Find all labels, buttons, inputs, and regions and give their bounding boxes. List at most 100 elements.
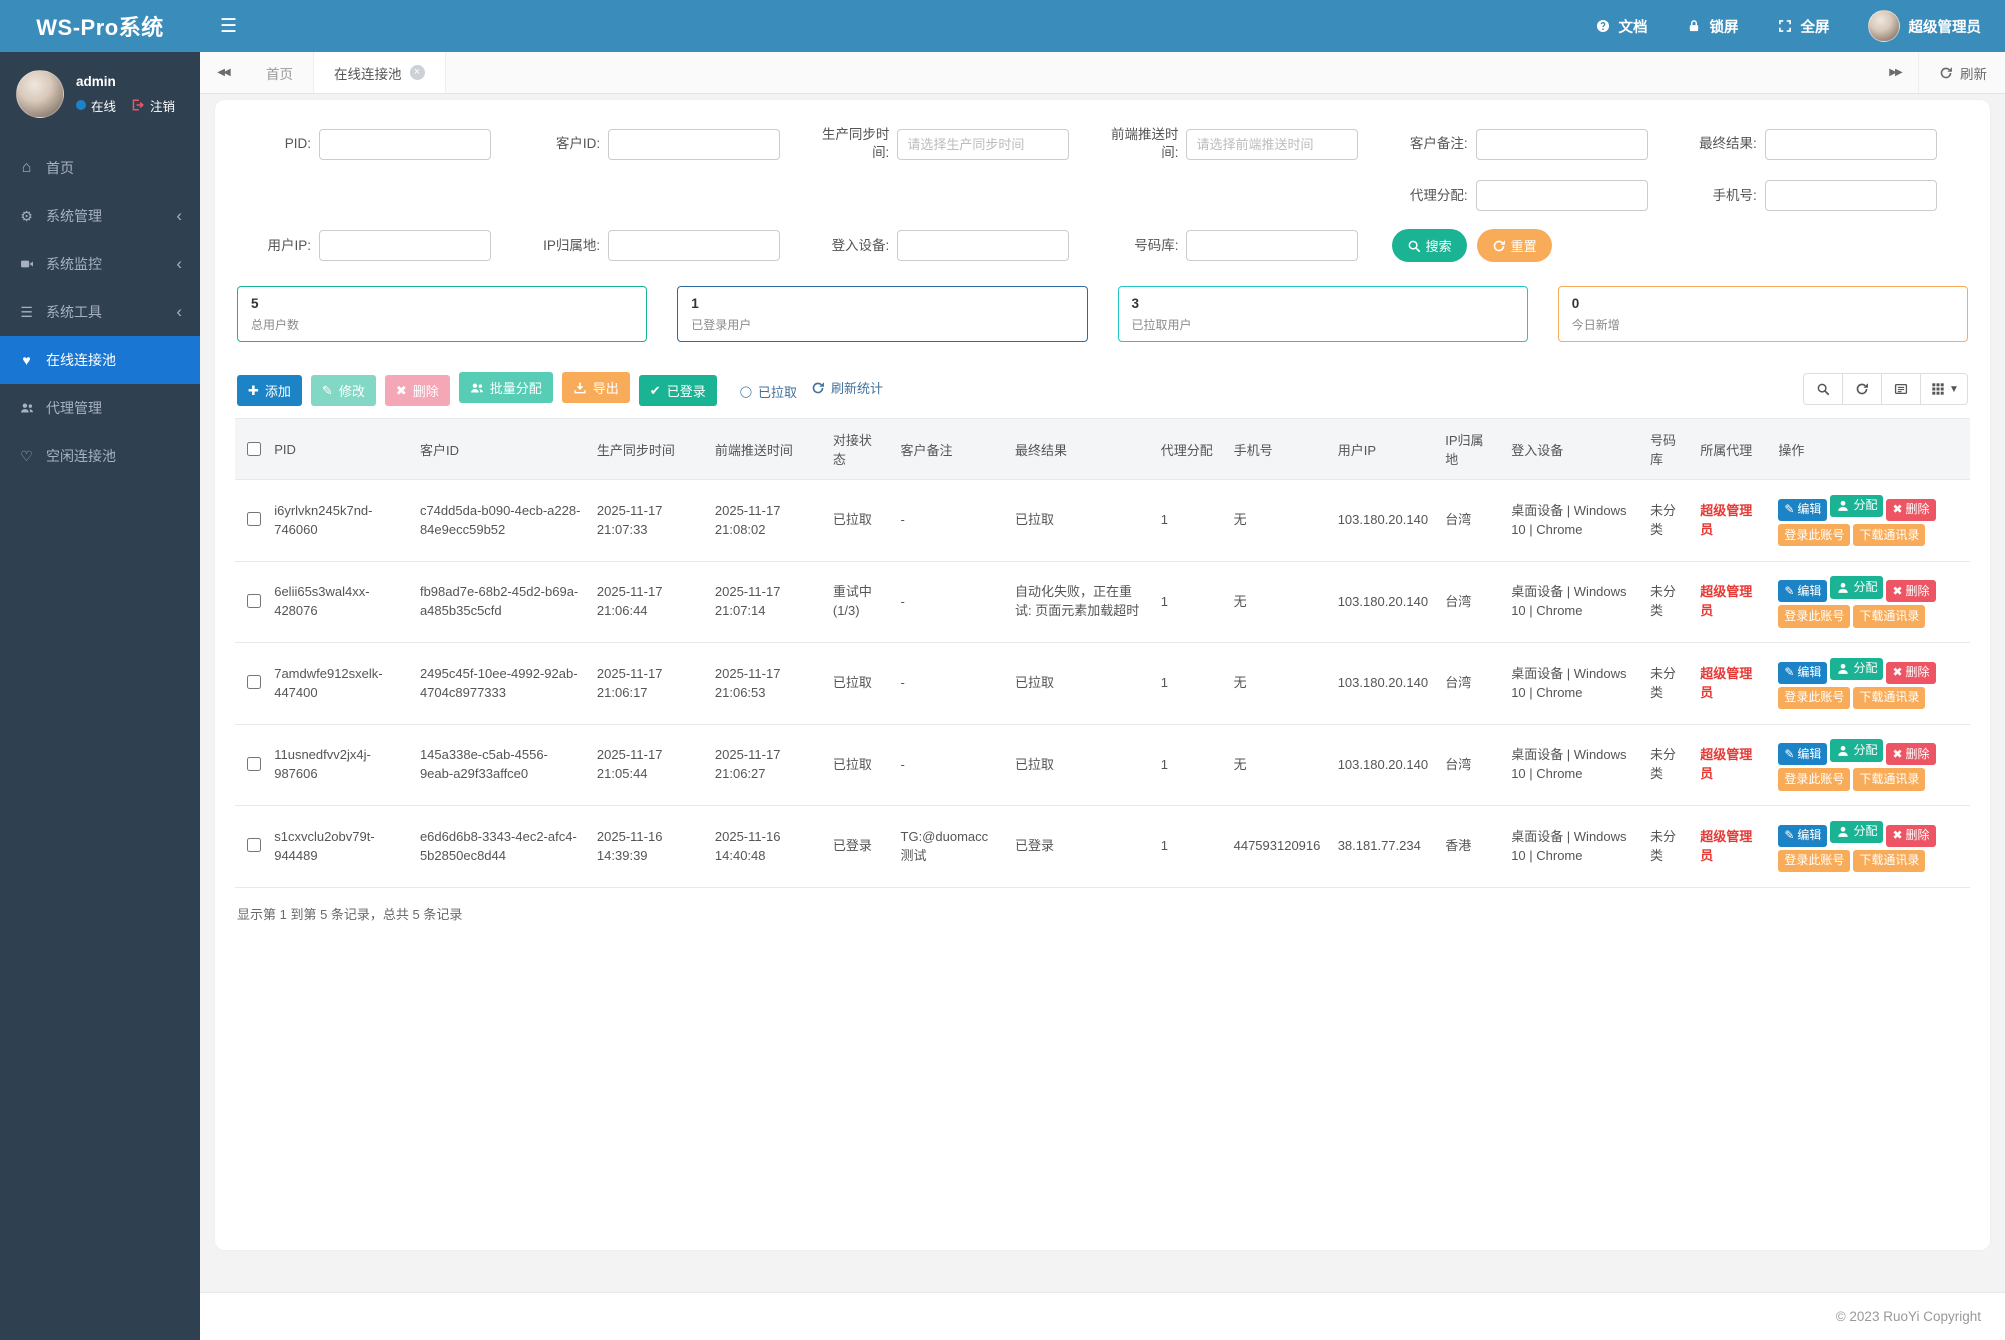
docs-button[interactable]: 文档	[1595, 16, 1648, 37]
sidebar-item-system-manage[interactable]: ⚙系统管理‹	[0, 192, 200, 240]
cell-phone: 无	[1226, 724, 1330, 805]
toolbar-logged-in-button[interactable]: ✔已登录	[639, 375, 717, 406]
action-assign-button[interactable]: 分配	[1830, 739, 1883, 761]
user-menu[interactable]: 超级管理员	[1868, 10, 1982, 42]
search-input-client-id[interactable]	[608, 129, 780, 160]
action-edit-button[interactable]: ✎编辑	[1778, 499, 1827, 521]
cell-phone: 无	[1226, 643, 1330, 724]
action-download-contacts-button[interactable]: 下载通讯录	[1853, 687, 1925, 709]
action-delete-button[interactable]: ✖删除	[1886, 662, 1935, 684]
action-login-account-button[interactable]: 登录此账号	[1778, 687, 1850, 709]
action-download-contacts-button[interactable]: 下载通讯录	[1853, 605, 1925, 627]
action-edit-button[interactable]: ✎编辑	[1778, 743, 1827, 765]
tabs-scroll-right-icon[interactable]: ▶▶	[1872, 52, 1918, 93]
copyright: © 2023 RuoYi Copyright	[1836, 1309, 1981, 1324]
search-input-sync-time[interactable]	[897, 129, 1069, 160]
field-label: 客户ID:	[524, 135, 608, 153]
fullscreen-button[interactable]: 全屏	[1777, 16, 1830, 37]
search-button[interactable]: 搜索	[1392, 229, 1467, 262]
search-input-login-device[interactable]	[897, 230, 1069, 261]
search-input-pid[interactable]	[319, 129, 491, 160]
row-checkbox[interactable]	[247, 757, 261, 771]
action-edit-button[interactable]: ✎编辑	[1778, 580, 1827, 602]
action-delete-button[interactable]: ✖删除	[1886, 580, 1935, 602]
tab-close-icon[interactable]: ×	[410, 65, 425, 80]
heart-outline-icon: ♡	[18, 448, 35, 465]
select-all-checkbox[interactable]	[247, 442, 261, 456]
row-checkbox[interactable]	[247, 512, 261, 526]
column-header: 代理分配	[1153, 419, 1226, 480]
row-checkbox[interactable]	[247, 675, 261, 689]
cell-assign: 1	[1153, 806, 1226, 887]
search-input-customer-remark[interactable]	[1476, 129, 1648, 160]
search-input-agent-assign[interactable]	[1476, 180, 1648, 211]
action-login-account-button[interactable]: 登录此账号	[1778, 768, 1850, 790]
logout-icon	[129, 98, 146, 112]
table-refresh-icon[interactable]	[1842, 373, 1882, 405]
field-label: PID:	[235, 135, 319, 153]
search-input-number-lib[interactable]	[1186, 230, 1358, 261]
action-assign-button[interactable]: 分配	[1830, 576, 1883, 598]
action-assign-button[interactable]: 分配	[1830, 658, 1883, 680]
column-header: 客户ID	[412, 419, 589, 480]
sidebar-item-online-pool[interactable]: ♥在线连接池	[0, 336, 200, 384]
action-assign-button[interactable]: 分配	[1830, 821, 1883, 843]
table-search-icon[interactable]	[1803, 373, 1843, 405]
action-delete-button[interactable]: ✖删除	[1886, 743, 1935, 765]
toolbar-add-button[interactable]: ✚添加	[237, 375, 302, 406]
search-input-ip-location[interactable]	[608, 230, 780, 261]
search-field-ip-location: IP归属地:	[524, 229, 813, 262]
sidebar-item-home[interactable]: ⌂ 首页	[0, 144, 200, 192]
reset-button[interactable]: 重置	[1477, 229, 1552, 262]
row-checkbox[interactable]	[247, 838, 261, 852]
lock-screen-button[interactable]: 锁屏	[1686, 16, 1739, 37]
search-input-final-result[interactable]	[1765, 129, 1937, 160]
cell-ip_loc: 香港	[1437, 806, 1503, 887]
action-assign-button[interactable]: 分配	[1830, 495, 1883, 517]
sidebar-item-label: 首页	[46, 158, 74, 178]
action-delete-button[interactable]: ✖删除	[1886, 825, 1935, 847]
sidebar-item-idle-pool[interactable]: ♡空闲连接池	[0, 432, 200, 480]
row-checkbox[interactable]	[247, 594, 261, 608]
action-download-contacts-button[interactable]: 下载通讯录	[1853, 768, 1925, 790]
action-edit-button[interactable]: ✎编辑	[1778, 825, 1827, 847]
action-login-account-button[interactable]: 登录此账号	[1778, 524, 1850, 546]
tabs-scroll-left-icon[interactable]: ◀◀	[200, 52, 246, 93]
sidebar-toggle-icon[interactable]: ☰	[220, 15, 237, 38]
search-input-push-time[interactable]	[1186, 129, 1358, 160]
toolbar-refresh-stats-link[interactable]: 刷新统计	[811, 378, 883, 397]
toolbar-export-button[interactable]: 导出	[562, 372, 630, 403]
field-label: 用户IP:	[235, 237, 319, 255]
sidebar-item-system-tools[interactable]: ☰系统工具‹	[0, 288, 200, 336]
cell-client_id: e6d6d6b8-3343-4ec2-afc4-5b2850ec8d44	[412, 806, 589, 887]
cell-device: 桌面设备 | Windows 10 | Chrome	[1503, 480, 1642, 561]
action-login-account-button[interactable]: 登录此账号	[1778, 605, 1850, 627]
action-login-account-button[interactable]: 登录此账号	[1778, 850, 1850, 872]
table-columns-icon[interactable]: ▼	[1920, 373, 1968, 405]
refresh-icon	[1937, 66, 1954, 80]
tab-online-pool[interactable]: 在线连接池 ×	[314, 52, 446, 93]
sidebar-item-agent-manage[interactable]: 代理管理	[0, 384, 200, 432]
search-field-login-device: 登入设备:	[813, 229, 1102, 262]
toolbar-pulled-link[interactable]: ◯已拉取	[740, 382, 797, 401]
cell-status: 已拉取	[825, 724, 893, 805]
toolbar-edit-button[interactable]: ✎修改	[311, 375, 376, 406]
field-label: 手机号:	[1681, 187, 1765, 205]
column-header: 所属代理	[1692, 419, 1770, 480]
tab-refresh-button[interactable]: 刷新	[1918, 52, 2005, 93]
table-detail-view-icon[interactable]	[1881, 373, 1921, 405]
home-icon: ⌂	[18, 159, 35, 177]
sidebar-item-system-monitor[interactable]: 系统监控‹	[0, 240, 200, 288]
logout-link[interactable]: 注销	[129, 96, 175, 115]
search-input-phone[interactable]	[1765, 180, 1937, 211]
table-row: 6elii65s3wal4xx-428076fb98ad7e-68b2-45d2…	[235, 561, 1970, 642]
online-dot-icon	[76, 100, 86, 110]
tab-home[interactable]: 首页	[246, 52, 314, 93]
toolbar-delete-button[interactable]: ✖删除	[385, 375, 450, 406]
action-download-contacts-button[interactable]: 下载通讯录	[1853, 850, 1925, 872]
search-input-user-ip[interactable]	[319, 230, 491, 261]
action-delete-button[interactable]: ✖删除	[1886, 499, 1935, 521]
action-download-contacts-button[interactable]: 下载通讯录	[1853, 524, 1925, 546]
toolbar-batch-assign-button[interactable]: 批量分配	[459, 372, 553, 403]
action-edit-button[interactable]: ✎编辑	[1778, 662, 1827, 684]
